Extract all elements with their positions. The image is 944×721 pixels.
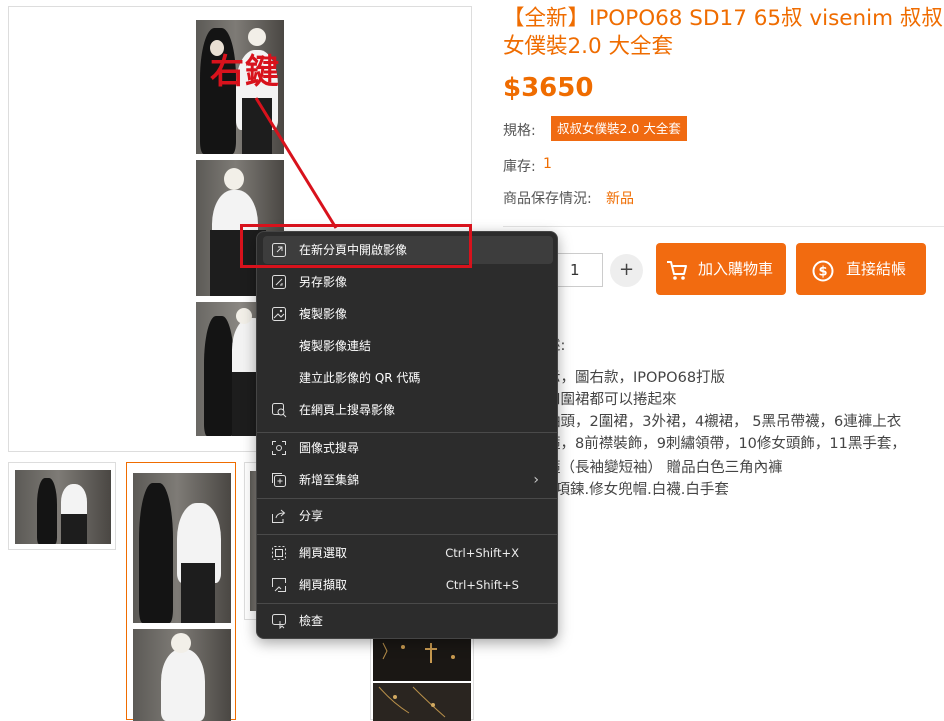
menu-item-search-image-web[interactable]: 在網頁上搜尋影像	[263, 396, 553, 424]
web-capture-icon	[272, 578, 286, 592]
menu-item-label: 分享	[299, 509, 324, 523]
menu-item-label: 複製影像	[299, 307, 348, 321]
image-search-icon	[272, 403, 287, 418]
chevron-right-icon: ›	[533, 472, 539, 488]
menu-item-inspect[interactable]: 檢查	[263, 607, 553, 635]
menu-item-add-to-collections[interactable]: 新增至集錦 ›	[263, 466, 553, 494]
menu-item-label: 網頁選取	[299, 546, 348, 560]
menu-item-label: 建立此影像的 QR 代碼	[299, 371, 421, 385]
share-icon	[272, 509, 286, 523]
inspect-icon	[272, 614, 286, 629]
menu-item-label: 另存影像	[299, 275, 348, 289]
visual-search-icon	[272, 441, 286, 455]
menu-separator	[257, 603, 557, 604]
menu-separator	[257, 534, 557, 535]
menu-item-shortcut: Ctrl+Shift+S	[445, 578, 519, 592]
menu-item-label: 在網頁上搜尋影像	[299, 403, 396, 417]
menu-item-shortcut: Ctrl+Shift+X	[445, 546, 519, 560]
copy-image-icon	[272, 307, 286, 321]
annotation-label: 右鍵	[210, 52, 280, 92]
menu-item-copy-image[interactable]: 複製影像	[263, 300, 553, 328]
menu-item-label: 檢查	[299, 614, 324, 628]
menu-item-create-qr-code[interactable]: 建立此影像的 QR 代碼	[263, 364, 553, 392]
menu-item-save-image[interactable]: 另存影像	[263, 268, 553, 296]
menu-item-label: 新增至集錦	[299, 473, 360, 487]
menu-item-copy-image-link[interactable]: 複製影像連結	[263, 332, 553, 360]
web-select-icon	[272, 546, 286, 560]
menu-separator	[257, 498, 557, 499]
menu-item-label: 圖像式搜尋	[299, 441, 360, 455]
annotation-highlight-box	[240, 224, 472, 268]
menu-item-label: 複製影像連結	[299, 339, 372, 353]
save-image-icon	[272, 275, 286, 289]
menu-item-visual-search[interactable]: 圖像式搜尋	[263, 434, 553, 462]
menu-item-web-select[interactable]: 網頁選取 Ctrl+Shift+X	[263, 539, 553, 567]
add-to-collections-icon	[272, 473, 286, 487]
image-context-menu: 在新分頁中開啟影像 另存影像 複製影像 複製影像連結 建立此影像的 QR 代碼 …	[256, 231, 558, 639]
menu-item-label: 網頁擷取	[299, 578, 348, 592]
menu-item-web-capture[interactable]: 網頁擷取 Ctrl+Shift+S	[263, 571, 553, 599]
menu-item-share[interactable]: 分享	[263, 502, 553, 530]
menu-separator	[257, 432, 557, 433]
